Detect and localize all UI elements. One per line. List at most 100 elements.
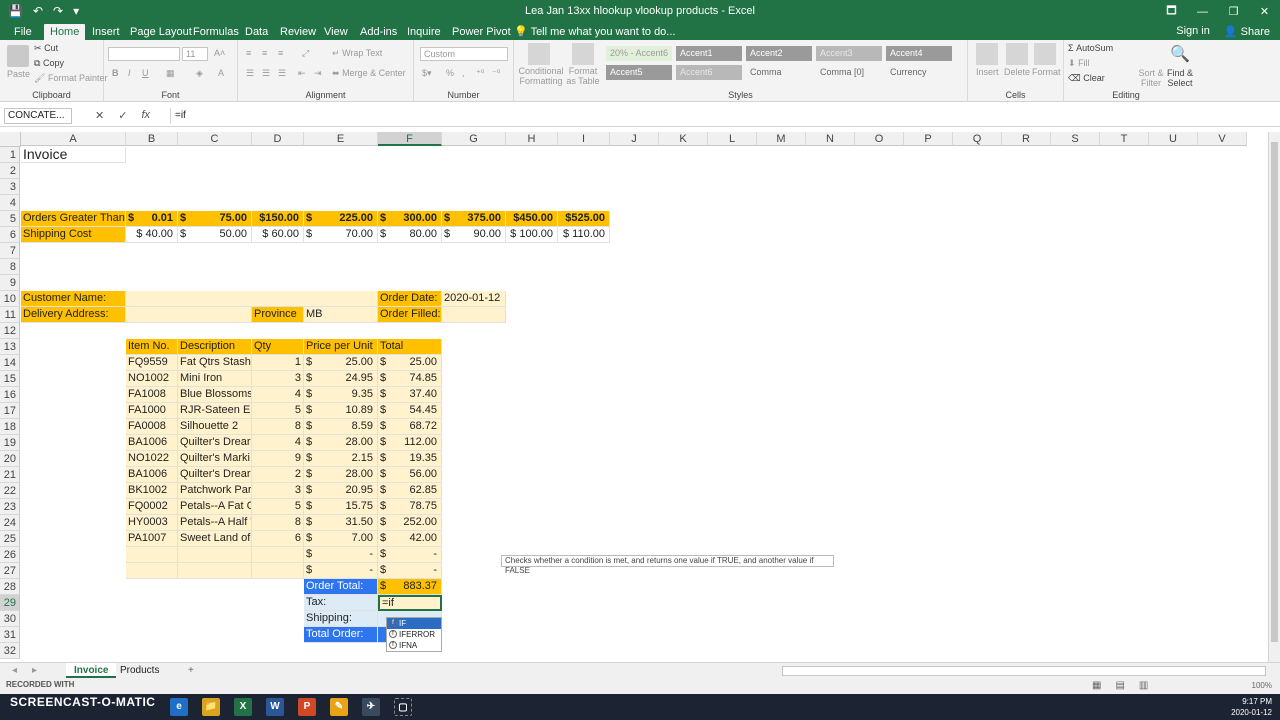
cell-delivery-address-value[interactable] [126, 307, 252, 323]
row-header-17[interactable]: 17 [0, 403, 20, 419]
cell-order-date-value[interactable]: 2020-01-12 [442, 291, 506, 307]
column-header-b[interactable]: B [126, 132, 178, 146]
cell-shipping-label[interactable]: Shipping: [304, 611, 378, 627]
cell-order-filled-value[interactable] [442, 307, 506, 323]
page-layout-view-icon[interactable]: ▤ [1115, 680, 1124, 691]
cell-style-comma-0-[interactable]: Comma [0] [816, 65, 882, 80]
merge-center-button[interactable]: ⬌ Merge & Center [332, 68, 406, 79]
cell-shipping-cost[interactable]: $90.00 [442, 227, 506, 243]
align-top-icon[interactable]: ≡ [246, 48, 251, 58]
cell-item-no[interactable]: NO1002 [126, 371, 178, 387]
increase-decimal-icon[interactable]: ⁺⁰ [476, 68, 484, 79]
column-header-p[interactable]: P [904, 132, 953, 146]
sheet-tab-products[interactable]: Products [112, 663, 167, 678]
cell-province-label[interactable]: Province [252, 307, 304, 323]
insert-cells-icon[interactable] [976, 43, 998, 65]
cell-delivery-address-label[interactable]: Delivery Address: [21, 307, 126, 323]
cell-description[interactable]: Silhouette 2 [178, 419, 252, 435]
powerpoint-icon[interactable]: P [298, 698, 316, 716]
cell-order-total-value[interactable]: $883.37 [378, 579, 442, 595]
cell-description[interactable]: Sweet Land of [178, 531, 252, 547]
cell-customer-name-value[interactable] [126, 291, 378, 307]
cell-province-value[interactable]: MB [304, 307, 378, 323]
cell-line-total[interactable]: $112.00 [378, 435, 442, 451]
wrap-text-button[interactable]: ↵ Wrap Text [332, 48, 382, 59]
grow-font-icon[interactable]: A˄ [214, 48, 225, 58]
insert-cells-button[interactable]: Insert [976, 67, 999, 77]
row-header-22[interactable]: 22 [0, 483, 20, 499]
cell-price-per-unit[interactable]: $ - [304, 563, 378, 579]
cell-shipping-threshold[interactable]: $75.00 [178, 211, 252, 227]
cell-qty[interactable]: 3 [252, 371, 304, 387]
cell-qty[interactable]: 4 [252, 387, 304, 403]
cell-description[interactable]: Quilter's Drear [178, 467, 252, 483]
cell-description[interactable] [178, 563, 252, 579]
delete-cells-icon[interactable] [1006, 43, 1028, 65]
cell-qty[interactable]: 8 [252, 419, 304, 435]
cell-description[interactable]: Blue Blossoms [178, 387, 252, 403]
delete-cells-button[interactable]: Delete [1004, 67, 1030, 77]
cell-line-total[interactable]: $ - [378, 563, 442, 579]
cell-description[interactable]: Patchwork Par [178, 483, 252, 499]
paste-button[interactable]: Paste [7, 69, 30, 79]
active-cell-tax-formula[interactable]: =if [378, 595, 442, 611]
row-header-15[interactable]: 15 [0, 371, 20, 387]
sheet-tab-invoice[interactable]: Invoice [66, 663, 117, 678]
cell-shipping-cost[interactable]: $ 100.00 [506, 227, 558, 243]
cell-line-total[interactable]: $74.85 [378, 371, 442, 387]
cut-button[interactable]: ✂ Cut [34, 43, 58, 54]
cell-style-accent1[interactable]: Accent1 [676, 46, 742, 61]
cell-qty[interactable]: 5 [252, 499, 304, 515]
row-header-26[interactable]: 26 [0, 547, 20, 563]
cell-shipping-threshold[interactable]: $150.00 [252, 211, 304, 227]
row-header-6[interactable]: 6 [0, 227, 20, 243]
fill-button[interactable]: ⬇ Fill [1068, 58, 1090, 69]
tab-data[interactable]: Data [239, 24, 274, 40]
tab-insert[interactable]: Insert [86, 24, 126, 40]
conditional-formatting-icon[interactable] [528, 43, 550, 65]
cell-line-total[interactable]: $68.72 [378, 419, 442, 435]
row-header-10[interactable]: 10 [0, 291, 20, 307]
currency-format-icon[interactable]: $▾ [422, 68, 432, 79]
row-header-2[interactable]: 2 [0, 163, 20, 179]
cell-shipping-threshold[interactable]: $0.01 [126, 211, 178, 227]
row-header-11[interactable]: 11 [0, 307, 20, 323]
row-header-9[interactable]: 9 [0, 275, 20, 291]
cell-line-total[interactable]: $78.75 [378, 499, 442, 515]
cell-style-20-accent6[interactable]: 20% - Accent6 [606, 46, 672, 61]
cell-description[interactable]: Quilter's Marki [178, 451, 252, 467]
row-header-18[interactable]: 18 [0, 419, 20, 435]
word-icon[interactable]: W [266, 698, 284, 716]
vertical-scroll-thumb[interactable] [1271, 142, 1278, 642]
format-as-table-button[interactable]: Format as Table [564, 66, 602, 86]
row-header-31[interactable]: 31 [0, 627, 20, 643]
italic-icon[interactable]: I [128, 68, 131, 78]
autocomplete-item-iferror[interactable]: f IFERROR [387, 629, 441, 640]
row-header-23[interactable]: 23 [0, 499, 20, 515]
cell-item-no[interactable]: FQ0002 [126, 499, 178, 515]
tab-power-pivot[interactable]: Power Pivot [446, 24, 517, 40]
font-color-icon[interactable]: A [218, 68, 224, 78]
cell-order-date-label[interactable]: Order Date: [378, 291, 442, 307]
page-break-view-icon[interactable]: ▥ [1139, 680, 1148, 691]
tab-formulas[interactable]: Formulas [187, 24, 245, 40]
add-sheet-button[interactable]: + [180, 663, 202, 678]
column-header-k[interactable]: K [659, 132, 708, 146]
cell-line-total[interactable]: $56.00 [378, 467, 442, 483]
cell-qty[interactable]: 2 [252, 467, 304, 483]
column-header-v[interactable]: V [1198, 132, 1247, 146]
tab-inquire[interactable]: Inquire [401, 24, 447, 40]
cell-description[interactable]: Fat Qtrs Stash [178, 355, 252, 371]
cell-description[interactable]: Petals--A Half ' [178, 515, 252, 531]
row-header-1[interactable]: 1 [0, 147, 20, 163]
cell-price-per-unit[interactable]: $8.59 [304, 419, 378, 435]
cell-price-per-unit[interactable]: $9.35 [304, 387, 378, 403]
font-name-box[interactable] [108, 47, 180, 61]
cell-style-accent6[interactable]: Accent6 [676, 65, 742, 80]
cell-line-total[interactable]: $ - [378, 547, 442, 563]
row-header-16[interactable]: 16 [0, 387, 20, 403]
system-clock[interactable]: 9:17 PM 2020-01-12 [1231, 696, 1272, 718]
cell-price-per-unit[interactable]: $31.50 [304, 515, 378, 531]
cell-total-order-label[interactable]: Total Order: [304, 627, 378, 643]
cell-qty[interactable]: 6 [252, 531, 304, 547]
